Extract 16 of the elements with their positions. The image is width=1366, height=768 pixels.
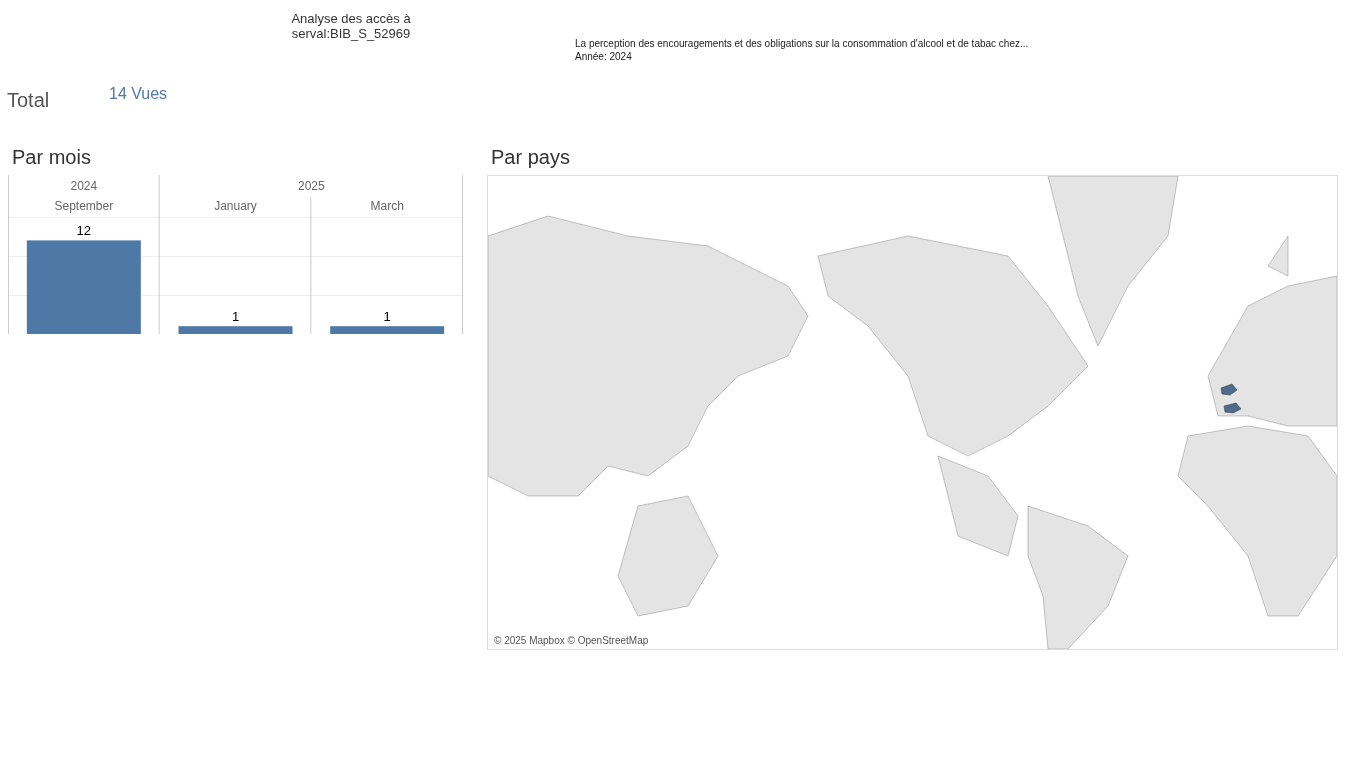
value-label: 1 — [383, 309, 391, 325]
month-label: September — [54, 199, 114, 213]
total-label: Total — [7, 89, 51, 112]
value-label: 1 — [231, 309, 240, 325]
year-label: 2025 — [298, 179, 325, 193]
month-label: March — [370, 199, 404, 213]
map-attribution: © 2025 Mapbox © OpenStreetMap — [494, 635, 649, 646]
document-title: La perception des encouragements et des obligations sur la consommation d'alcool et de tabac chez... — [575, 37, 1029, 50]
panel-title: Par pays — [490, 146, 571, 170]
panel-title: Par mois — [11, 146, 92, 170]
total-views: 14 Vues — [109, 85, 168, 103]
month-label: January — [214, 199, 257, 213]
year-label: 2024 — [70, 179, 98, 193]
report-title: Analyse des accès à serval:BIB_S_52969 — [290, 11, 412, 41]
value-label: 12 — [76, 223, 92, 239]
year-label: Année: 2024 — [575, 50, 633, 63]
